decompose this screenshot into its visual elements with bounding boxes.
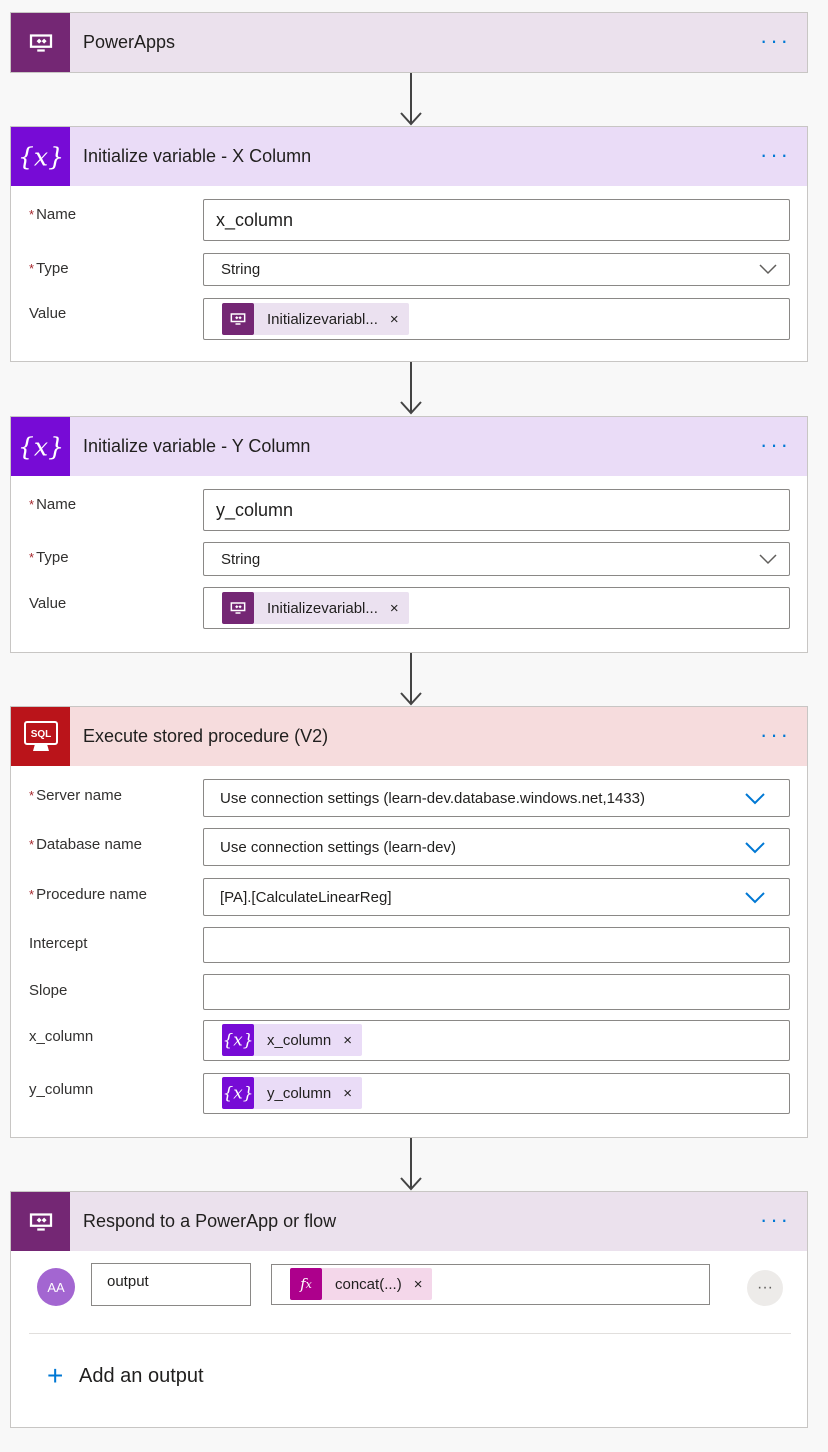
chevron-down-icon	[759, 554, 777, 565]
svg-text:SQL: SQL	[30, 729, 51, 740]
variable-token[interactable]: y_column ×	[222, 1077, 362, 1109]
step-title: PowerApps	[83, 32, 176, 52]
respond-to-powerapp-card: Respond to a PowerApp or flow ··· AA out…	[10, 1191, 808, 1428]
init-variable-x-header[interactable]: Initialize variable - X Column ···	[11, 127, 807, 186]
more-options-button[interactable]: ···	[760, 724, 791, 746]
init-variable-y-header[interactable]: Initialize variable - Y Column ···	[11, 417, 807, 476]
output-name-input[interactable]: output	[91, 1263, 251, 1306]
intercept-input[interactable]	[203, 927, 790, 963]
variable-icon	[11, 127, 70, 186]
variable-icon	[11, 417, 70, 476]
value-label: Value	[29, 305, 67, 322]
output-row-more-button[interactable]: ···	[747, 1270, 783, 1306]
variable-icon	[222, 1077, 254, 1109]
step-title: Initialize variable - Y Column	[83, 436, 311, 456]
output-avatar: AA	[37, 1268, 75, 1306]
value-input[interactable]: Initializevariabl... ×	[203, 298, 790, 340]
slope-label: Slope	[29, 982, 68, 999]
fx-icon: fx	[290, 1268, 322, 1300]
chevron-down-icon	[745, 842, 765, 854]
y-column-input[interactable]: y_column ×	[203, 1073, 790, 1114]
database-name-label: * Database name	[29, 836, 142, 853]
more-options-button[interactable]: ···	[760, 144, 791, 166]
name-label: * Name	[29, 206, 77, 223]
remove-token-button[interactable]: ×	[343, 1085, 352, 1102]
remove-token-button[interactable]: ×	[343, 1032, 352, 1049]
variable-token[interactable]: x_column ×	[222, 1024, 362, 1056]
powerapps-icon	[11, 1192, 70, 1251]
dynamic-content-token[interactable]: Initializevariabl... ×	[222, 592, 409, 624]
chevron-down-icon	[745, 892, 765, 904]
respond-to-powerapp-header[interactable]: Respond to a PowerApp or flow ···	[11, 1192, 807, 1251]
more-options-button[interactable]: ···	[760, 1209, 791, 1231]
value-input[interactable]: Initializevariabl... ×	[203, 587, 790, 629]
intercept-label: Intercept	[29, 935, 88, 952]
divider	[29, 1333, 791, 1334]
init-variable-y-card: Initialize variable - Y Column ··· * Name…	[10, 416, 808, 653]
name-input[interactable]: y_column	[203, 489, 790, 531]
remove-token-button[interactable]: ×	[414, 1276, 423, 1293]
execute-stored-procedure-header[interactable]: SQL Execute stored procedure (V2) ···	[11, 707, 807, 766]
dynamic-content-token[interactable]: Initializevariabl... ×	[222, 303, 409, 335]
plus-icon: +	[47, 1360, 64, 1391]
powerapps-icon	[222, 303, 254, 335]
step-title: Execute stored procedure (V2)	[83, 726, 329, 746]
slope-input[interactable]	[203, 974, 790, 1010]
execute-stored-procedure-card: SQL Execute stored procedure (V2) ··· * S…	[10, 706, 808, 1138]
step-title: Respond to a PowerApp or flow	[83, 1211, 337, 1231]
chevron-down-icon	[745, 793, 765, 805]
name-input[interactable]: x_column	[203, 199, 790, 241]
server-name-dropdown[interactable]: Use connection settings (learn-dev.datab…	[203, 779, 790, 817]
powerapps-icon	[222, 592, 254, 624]
more-options-button[interactable]: ···	[760, 30, 791, 52]
add-output-button[interactable]: + Add an output	[47, 1362, 204, 1390]
type-label: * Type	[29, 549, 69, 566]
x-column-input[interactable]: x_column ×	[203, 1020, 790, 1061]
init-variable-x-card: Initialize variable - X Column ··· * Name…	[10, 126, 808, 362]
value-label: Value	[29, 595, 67, 612]
powerapps-trigger-card[interactable]: PowerApps ···	[10, 12, 808, 73]
procedure-name-dropdown[interactable]: [PA].[CalculateLinearReg]	[203, 878, 790, 916]
remove-token-button[interactable]: ×	[390, 600, 399, 617]
chevron-down-icon	[759, 264, 777, 275]
type-label: * Type	[29, 260, 69, 277]
arrow-down-icon	[400, 653, 422, 706]
output-value-input[interactable]: fx concat(...) ×	[271, 1264, 710, 1305]
expression-token[interactable]: fx concat(...) ×	[290, 1268, 433, 1300]
y-column-label: y_column	[29, 1081, 94, 1098]
arrow-down-icon	[400, 362, 422, 415]
database-name-dropdown[interactable]: Use connection settings (learn-dev)	[203, 828, 790, 866]
variable-icon	[222, 1024, 254, 1056]
type-dropdown[interactable]: String	[203, 542, 790, 576]
name-label: * Name	[29, 496, 77, 513]
arrow-down-icon	[400, 1138, 422, 1191]
powerapps-icon	[11, 13, 70, 72]
powerapps-trigger-header[interactable]: PowerApps ···	[11, 13, 807, 72]
remove-token-button[interactable]: ×	[390, 311, 399, 328]
server-name-label: * Server name	[29, 787, 122, 804]
more-options-button[interactable]: ···	[760, 434, 791, 456]
sql-server-icon: SQL	[11, 707, 70, 766]
arrow-down-icon	[400, 73, 422, 126]
type-dropdown[interactable]: String	[203, 253, 790, 286]
procedure-name-label: * Procedure name	[29, 886, 147, 903]
step-title: Initialize variable - X Column	[83, 146, 312, 166]
x-column-label: x_column	[29, 1028, 94, 1045]
